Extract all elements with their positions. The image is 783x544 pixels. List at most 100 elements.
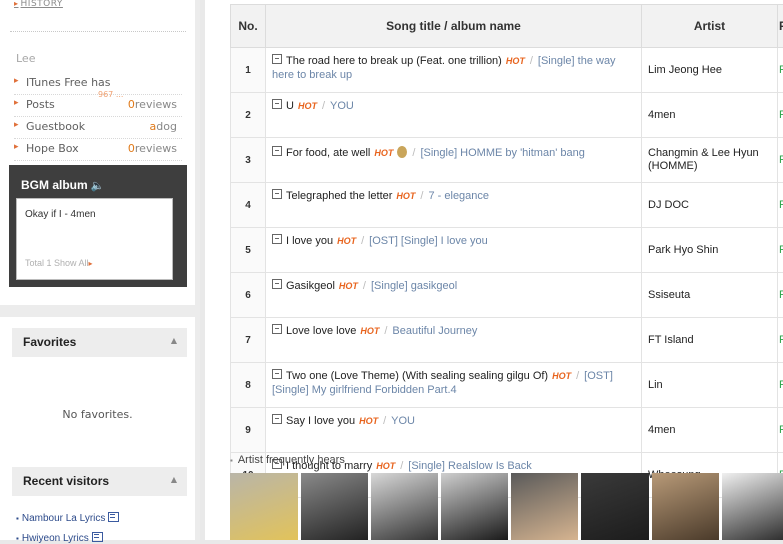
artist-name[interactable]: FT Island [642,318,778,363]
song-title[interactable]: Love love love [286,325,356,337]
table-row[interactable]: 6GasikgeolHOT/[Single] gasikgeolSsiseuta… [231,273,783,318]
header-extra: F [778,5,783,48]
stat-hope-box[interactable]: ▸ Hope Box 0reviews [14,139,182,161]
window-icon[interactable] [92,532,103,542]
separator: / [322,100,325,112]
bgm-song[interactable]: Okay if I - 4men [25,209,96,220]
play-box-icon[interactable] [272,234,282,244]
table-row[interactable]: 7Love love loveHOT/Beautiful JourneyFT I… [231,318,783,363]
album-name[interactable]: [Single] HOMME by 'hitman' bang [420,147,584,159]
album-name[interactable]: 7 - elegance [428,190,489,202]
song-title[interactable]: For food, ate well [286,147,370,159]
play-box-icon[interactable] [272,414,282,424]
bgm-show-all-link[interactable]: Total 1 Show All▸ [25,258,93,268]
hot-badge: HOT [360,326,379,336]
stat-value: 0reviews [128,139,177,158]
play-box-icon[interactable] [272,189,282,199]
album-name[interactable]: Beautiful Journey [392,325,477,337]
stat-itunes[interactable]: ▸ ITunes Free has 967 ... [14,73,182,95]
table-row[interactable]: 3For food, ate wellHOT/[Single] HOMME by… [231,138,783,183]
artist-name[interactable]: Changmin & Lee Hyun (HOMME) [642,138,778,183]
album-name[interactable]: [OST] [Single] I love you [369,235,488,247]
history-link[interactable]: ▸HISTORY [14,0,63,9]
play-box-icon[interactable] [272,99,282,109]
table-row[interactable]: 9Say I love youHOT/YOU4menF [231,408,783,453]
table-row[interactable]: 5I love youHOT/[OST] [Single] I love you… [231,228,783,273]
song-title[interactable]: Two one (Love Theme) (With sealing seali… [286,370,548,382]
table-row[interactable]: 4Telegraphed the letterHOT/7 - eleganceD… [231,183,783,228]
visitor-item[interactable]: ▪Nambour La Lyrics [16,511,119,524]
song-cell: For food, ate wellHOT/[Single] HOMME by … [266,138,642,183]
song-title[interactable]: Telegraphed the letter [286,190,392,202]
song-title[interactable]: Say I love you [286,415,355,427]
artist-photo[interactable] [301,473,368,540]
extra-cell[interactable]: F [778,408,783,453]
visitor-name[interactable]: Hwiyeon Lyrics [22,533,89,544]
artist-photo[interactable] [511,473,578,540]
lower-panel: Favorites ▲ No favorites. Recent visitor… [0,317,195,540]
artist-photo[interactable] [230,473,298,540]
album-name[interactable]: YOU [330,100,354,112]
favorites-header[interactable]: Favorites ▲ [12,328,187,357]
album-name[interactable]: YOU [391,415,415,427]
hot-badge: HOT [298,101,317,111]
song-title[interactable]: The road here to break up (Feat. one tri… [286,55,502,67]
extra-cell[interactable]: F [778,273,783,318]
play-box-icon[interactable] [272,54,282,64]
stat-label[interactable]: Hope Box [26,139,79,158]
extra-cell[interactable]: F [778,363,783,408]
song-cell: GasikgeolHOT/[Single] gasikgeol [266,273,642,318]
table-row[interactable]: 8Two one (Love Theme) (With sealing seal… [231,363,783,408]
artist-name[interactable]: DJ DOC [642,183,778,228]
song-table: No. Song title / album name Artist F 1Th… [230,4,783,498]
visitor-name[interactable]: Nambour La Lyrics [22,513,106,524]
artist-name[interactable]: Lim Jeong Hee [642,48,778,93]
stat-posts[interactable]: ▸ Posts 0reviews [14,95,182,117]
hot-badge: HOT [374,148,393,158]
owner-name: Lee [16,52,35,65]
song-title[interactable]: U [286,100,294,112]
extra-cell[interactable]: F [778,93,783,138]
table-row[interactable]: 2UHOT/YOU4menF [231,93,783,138]
artist-photo-strip [230,473,783,540]
extra-cell[interactable]: F [778,48,783,93]
profile-panel: ▸HISTORY Lee ▸ ITunes Free has 967 ... ▸… [0,0,195,305]
recent-visitors-header[interactable]: Recent visitors ▲ [12,467,187,496]
song-title[interactable]: I love you [286,235,333,247]
extra-cell[interactable]: F [778,138,783,183]
bgm-total-text[interactable]: Total 1 Show All [25,258,89,268]
extra-cell[interactable]: F [778,228,783,273]
play-box-icon[interactable] [272,279,282,289]
history-label[interactable]: HISTORY [21,0,63,9]
visitor-item[interactable]: ▪Hwiyeon Lyrics [16,531,103,544]
speaker-icon[interactable]: 🔈 [91,180,105,192]
artist-name[interactable]: 4men [642,408,778,453]
artist-name[interactable]: 4men [642,93,778,138]
artist-photo[interactable] [722,473,783,540]
stat-label[interactable]: Posts [26,95,55,114]
collapse-icon[interactable]: ▲ [171,475,177,484]
artist-name[interactable]: Lin [642,363,778,408]
stat-guestbook[interactable]: ▸ Guestbook adog [14,117,182,139]
collapse-icon[interactable]: ▲ [171,336,177,345]
play-box-icon[interactable] [272,369,282,379]
artist-photo[interactable] [371,473,438,540]
artist-photo[interactable] [581,473,649,540]
artist-photo[interactable] [652,473,719,540]
artist-name[interactable]: Park Hyo Shin [642,228,778,273]
album-name[interactable]: [Single] Realslow Is Back [408,460,532,472]
song-title[interactable]: Gasikgeol [286,280,335,292]
artist-photo[interactable] [441,473,508,540]
play-box-icon[interactable] [272,146,282,156]
bullet-icon: ▸ [14,72,19,91]
extra-cell[interactable]: F [778,183,783,228]
stat-label[interactable]: Guestbook [26,117,85,136]
row-number: 6 [231,273,266,318]
album-name[interactable]: [Single] gasikgeol [371,280,457,292]
window-icon[interactable] [108,512,119,522]
table-row[interactable]: 1The road here to break up (Feat. one tr… [231,48,783,93]
artist-name[interactable]: Ssiseuta [642,273,778,318]
row-number: 9 [231,408,266,453]
play-box-icon[interactable] [272,324,282,334]
extra-cell[interactable]: F [778,318,783,363]
